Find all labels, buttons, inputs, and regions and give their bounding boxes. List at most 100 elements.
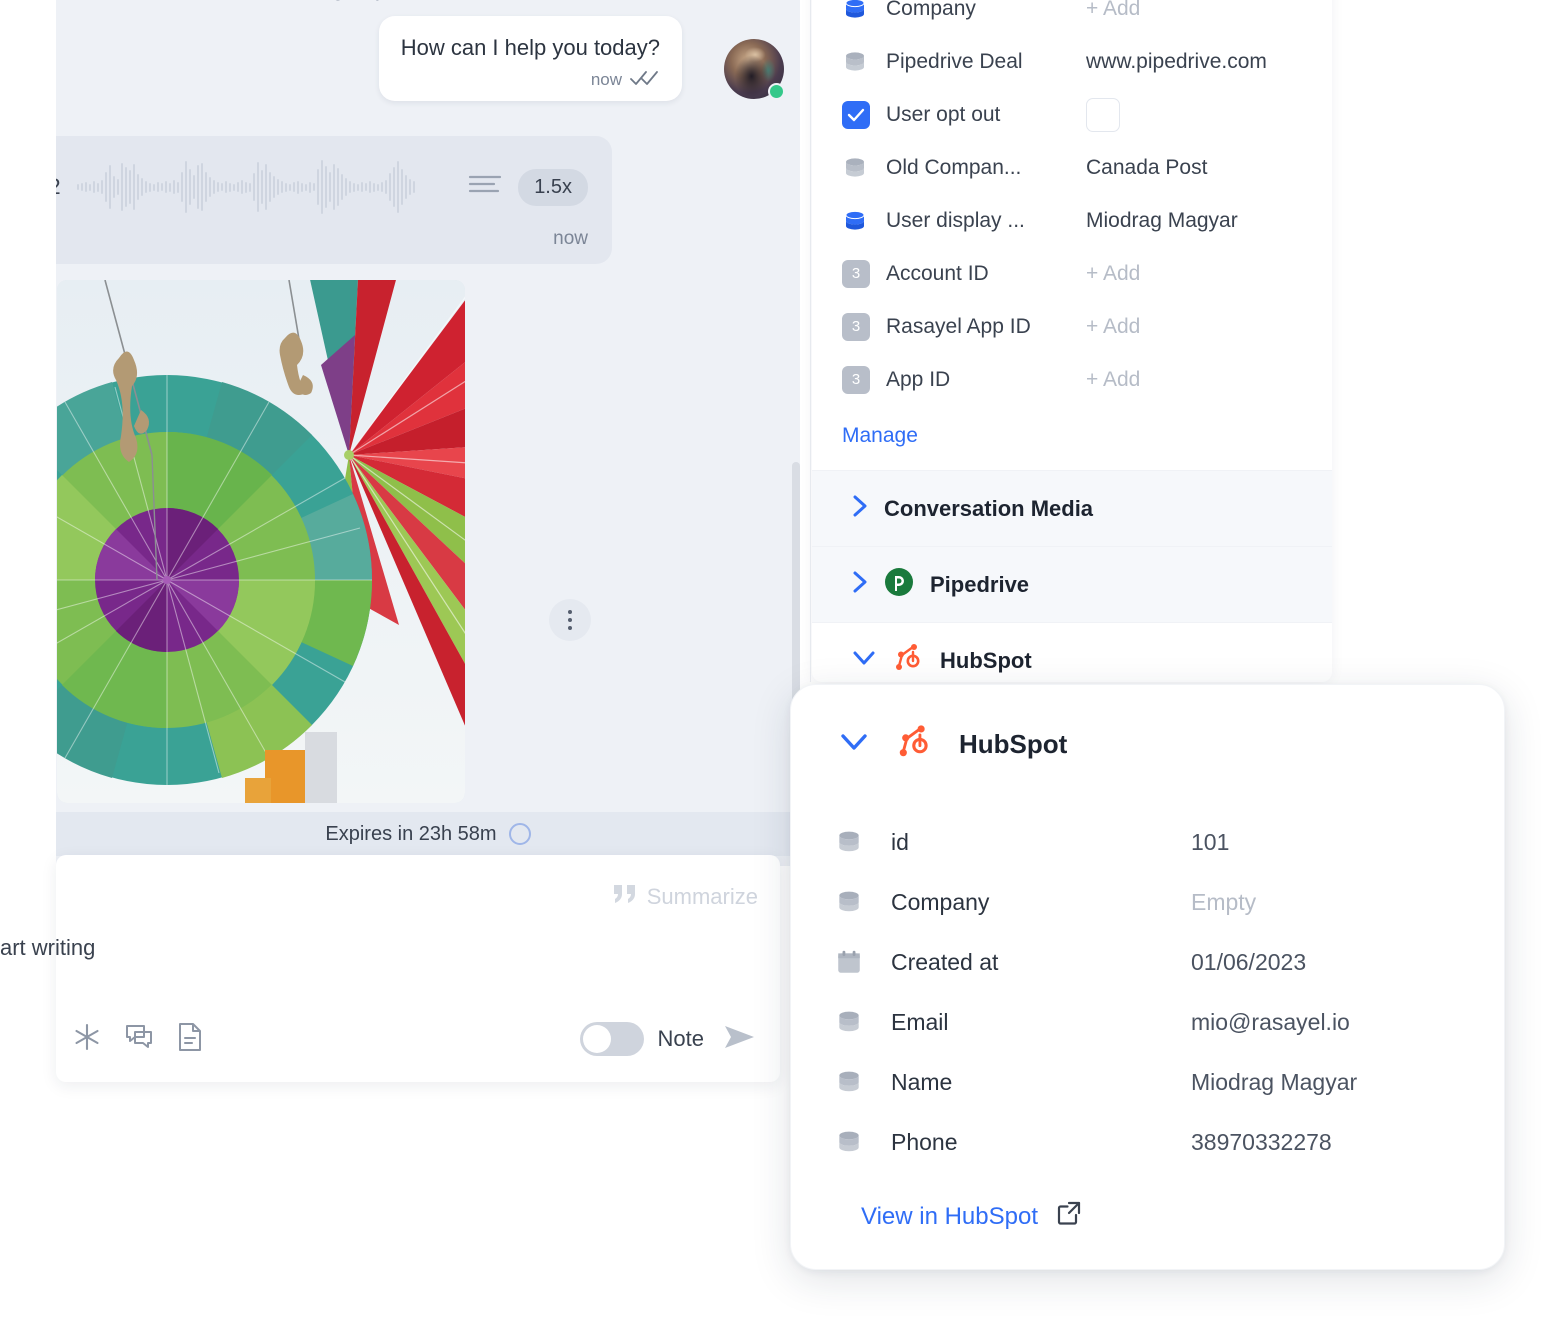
hubspot-field-label: Company [891,888,990,915]
user-opt-out-checkbox[interactable] [1086,97,1120,132]
waveform-bar [308,181,311,193]
waveform-bar [288,183,291,191]
attached-photo[interactable] [57,280,465,803]
system-note: You assigned yourself to this conversati… [56,0,800,2]
message-bubble[interactable]: How can I help you today? now [378,16,682,101]
field-value[interactable]: Miodrag Magyar [1086,209,1238,233]
kebab-menu-icon[interactable] [549,599,591,641]
kebab-dot [568,618,572,622]
field-row-old-company[interactable]: Old Compan... Canada Post [842,141,1302,194]
custom-fields-list: Company + Add Pipedrive Deal www.pipedri… [812,0,1332,406]
database-icon [835,1068,891,1096]
audio-player[interactable]: 02 1.5x [56,154,588,220]
avatar[interactable] [724,39,785,100]
hubspot-row-name[interactable]: Name Miodrag Magyar [835,1052,1504,1112]
waveform-bar [176,181,179,193]
badge-3-icon: 3 [842,259,886,288]
screen: You assigned yourself to this conversati… [0,0,1549,1318]
audio-message: 02 1.5x now [56,136,612,264]
summarize-button[interactable]: Summarize [612,883,758,911]
chevron-down-icon[interactable] [839,732,869,757]
waveform-bar [216,182,219,192]
message-timestamp: now [590,70,622,89]
manage-fields-link[interactable]: Manage [812,406,1332,470]
view-in-hubspot-link[interactable]: View in HubSpot [791,1172,1504,1233]
audio-waveform[interactable] [76,154,452,220]
waveform-bar [404,175,407,199]
expiry-text: Expires in 23h 58m [325,822,497,845]
ai-star-icon[interactable] [72,1022,102,1057]
field-value[interactable]: + Add [1086,368,1140,392]
waveform-bar [248,182,251,192]
field-label: Account ID [886,261,989,285]
hubspot-row-company[interactable]: Company Empty [835,872,1504,932]
hubspot-row-email[interactable]: Email mio@rasayel.io [835,992,1504,1052]
kebab-dot [568,610,572,614]
field-value[interactable]: + Add [1086,0,1140,21]
pipedrive-logo-icon [884,567,914,602]
section-pipedrive[interactable]: Pipedrive [812,546,1332,622]
waveform-bar [76,184,79,190]
field-value[interactable]: www.pipedrive.com [1086,50,1267,74]
transcript-lines-icon[interactable] [468,173,502,202]
field-row-company[interactable]: Company + Add [842,0,1302,35]
badge-3-text: 3 [842,312,870,341]
hubspot-card-header[interactable]: HubSpot [791,685,1504,766]
hubspot-row-phone[interactable]: Phone 38970332278 [835,1112,1504,1172]
waveform-bar [312,183,315,191]
field-row-user-display-name[interactable]: User display ... Miodrag Magyar [842,194,1302,247]
hubspot-row-created-at[interactable]: Created at 01/06/2023 [835,932,1504,992]
hubspot-row-id[interactable]: id 101 [835,812,1504,872]
field-row-rasayel-app-id[interactable]: 3 Rasayel App ID + Add [842,300,1302,353]
section-hubspot[interactable]: HubSpot [812,622,1332,682]
waveform-bar [100,180,103,194]
database-icon-gray [842,155,886,181]
image-message[interactable] [57,280,465,803]
database-icon [835,888,891,916]
field-label: User opt out [886,102,1001,126]
hubspot-field-label: Created at [891,948,999,975]
waveform-bar [180,172,183,202]
field-value[interactable]: + Add [1086,262,1140,286]
waveform-bar [260,170,263,204]
waveform-bar [264,164,267,210]
waveform-bar [152,183,155,191]
waveform-bar [272,176,275,198]
field-row-account-id[interactable]: 3 Account ID + Add [842,247,1302,300]
section-conversation-media[interactable]: Conversation Media [812,470,1332,546]
waveform-bar [292,182,295,192]
hubspot-field-value: Miodrag Magyar [1191,1068,1358,1095]
waveform-bar [372,182,375,192]
composer-draft-text[interactable]: art writing [0,935,95,961]
waveform-bar [360,182,363,192]
field-row-user-opt-out[interactable]: User opt out [842,88,1302,141]
field-value[interactable]: Canada Post [1086,156,1207,180]
chevron-down-icon [852,650,876,671]
waveform-bar [228,182,231,192]
send-icon[interactable] [722,1022,758,1057]
database-icon-blue [842,0,886,22]
field-row-app-id[interactable]: 3 App ID + Add [842,353,1302,406]
note-toggle-knob [582,1025,611,1053]
waveform-bar [236,182,239,192]
field-row-pipedrive-deal[interactable]: Pipedrive Deal www.pipedrive.com [842,35,1302,88]
composer-toolbar: Note [56,1014,780,1064]
waveform-bar [268,172,271,202]
field-value[interactable]: + Add [1086,315,1140,339]
view-in-hubspot-label: View in HubSpot [861,1202,1038,1230]
waveform-bar [300,182,303,192]
waveform-bar [368,181,371,193]
waveform-bar [200,163,203,211]
canned-reply-icon[interactable] [124,1022,154,1057]
playback-speed-button[interactable]: 1.5x [518,168,588,206]
note-toggle[interactable] [579,1022,644,1056]
template-icon[interactable] [176,1022,204,1057]
waveform-bar [396,161,399,213]
badge-3-icon: 3 [842,365,886,394]
hubspot-logo-icon [892,642,924,679]
calendar-icon [835,948,891,976]
waveform-bar [384,180,387,194]
waveform-bar [156,182,159,192]
waveform-bar [388,173,391,201]
waveform-bar [160,183,163,191]
